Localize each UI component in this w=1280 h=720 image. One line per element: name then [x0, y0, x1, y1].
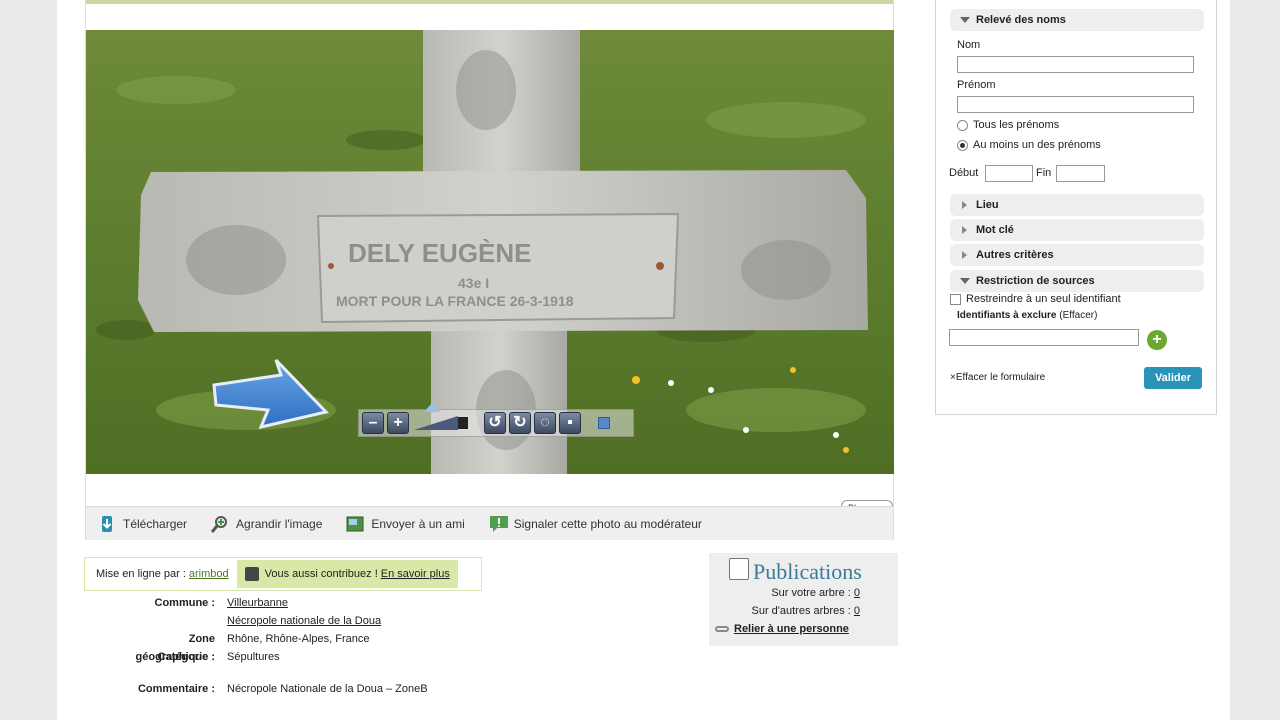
- radio-one-label: Au moins un des prénoms: [973, 139, 1101, 151]
- plaque-line3: MORT POUR LA FRANCE 26-3-1918: [336, 293, 574, 309]
- restrict-label: Restreindre à un seul identifiant: [966, 293, 1121, 305]
- commune-link[interactable]: Villeurbanne: [227, 594, 288, 612]
- send-friend-label: Envoyer à un ami: [371, 516, 465, 531]
- radio-circle: [957, 119, 968, 131]
- zone-value: Rhône, Rhône-Alpes, France: [227, 633, 370, 645]
- section-restriction[interactable]: Restriction de sources: [950, 270, 1204, 292]
- lock-icon: [244, 567, 259, 581]
- section-names[interactable]: Relevé des noms: [950, 9, 1204, 31]
- submit-button[interactable]: Valider: [1144, 367, 1202, 389]
- debut-input[interactable]: [985, 165, 1033, 182]
- section-autres-label: Autres critères: [976, 249, 1054, 261]
- zoom-in-button[interactable]: +: [387, 412, 409, 434]
- download-label: Télécharger: [123, 516, 188, 531]
- enlarge-label: Agrandir l'image: [236, 516, 323, 531]
- exclude-clear-link[interactable]: (Effacer): [1059, 310, 1097, 321]
- uploader-box: Mise en ligne par : arimbod Vous aussi c…: [84, 557, 482, 591]
- photo-actions: Télécharger Agrandir l'image Envoyer à u…: [86, 506, 893, 540]
- section-lieu[interactable]: Lieu: [950, 194, 1204, 216]
- commentaire-label: Commentaire :: [137, 683, 215, 695]
- exclude-label-text: Identifiants à exclure: [957, 310, 1057, 321]
- rotate-right-icon[interactable]: ↻: [509, 412, 531, 434]
- radio-all-firstnames[interactable]: Tous les prénoms: [957, 119, 1059, 131]
- section-restriction-label: Restriction de sources: [976, 275, 1095, 287]
- commune-label: Commune :: [154, 597, 216, 609]
- page: DELY EUGÈNE 43e I MORT POUR LA FRANCE 26…: [57, 0, 1230, 720]
- chevron-down-icon: [960, 278, 970, 285]
- debut-label: Début: [949, 167, 979, 179]
- download-button[interactable]: Télécharger: [98, 515, 187, 533]
- publications-box: Publications Sur votre arbre : 0 Sur d'a…: [709, 553, 898, 646]
- send-friend-button[interactable]: Envoyer à un ami: [346, 515, 465, 533]
- exclude-ids-label: Identifiants à exclure (Effacer): [957, 310, 1097, 321]
- plaque-line2: 43e I: [458, 275, 489, 291]
- chevron-down-icon: [960, 17, 970, 24]
- fullscreen-icon[interactable]: ▪: [559, 412, 581, 434]
- chevron-right-icon: [962, 201, 967, 210]
- exclude-ids-input[interactable]: [949, 329, 1139, 346]
- chevron-right-icon: [962, 251, 967, 260]
- enlarge-button[interactable]: Agrandir l'image: [210, 515, 323, 533]
- report-button[interactable]: Signaler cette photo au modérateur: [489, 515, 702, 533]
- report-label: Signaler cette photo au modérateur: [513, 516, 702, 531]
- nom-input[interactable]: [957, 56, 1194, 73]
- zoom-slider[interactable]: [414, 403, 478, 434]
- magnify-plus-icon: [210, 515, 229, 533]
- checkbox-box: [950, 293, 961, 305]
- download-icon: [98, 515, 116, 533]
- zoom-toolbar: – + ↺ ↻ ◌ ▪: [358, 403, 634, 437]
- publications-title: Publications: [753, 559, 862, 584]
- restrict-checkbox[interactable]: Restreindre à un seul identifiant: [950, 293, 1121, 305]
- plaque-line1: DELY EUGÈNE: [348, 238, 532, 268]
- photo-topbar: [86, 0, 893, 4]
- radio-circle-selected: [957, 139, 968, 151]
- radio-all-label: Tous les prénoms: [973, 119, 1060, 131]
- chevron-right-icon: [962, 226, 967, 235]
- necropole-link[interactable]: Nécropole nationale de la Doua: [227, 612, 381, 630]
- zoom-out-button[interactable]: –: [362, 412, 384, 434]
- section-motcle-label: Mot clé: [976, 224, 1014, 236]
- other-trees-count-link[interactable]: 0: [854, 605, 860, 617]
- prenom-label: Prénom: [957, 79, 996, 91]
- own-tree-line: Sur votre arbre : 0: [771, 587, 860, 599]
- alert-speech-icon: [489, 515, 508, 533]
- categorie-value: Sépultures: [227, 651, 280, 663]
- add-plus-icon[interactable]: +: [1147, 330, 1167, 350]
- radio-one-firstname[interactable]: Au moins un des prénoms: [957, 139, 1101, 151]
- fin-input[interactable]: [1056, 165, 1105, 182]
- fin-label: Fin: [1036, 167, 1052, 179]
- search-sidebar: Relevé des noms Nom Prénom Tous les prén…: [935, 0, 1217, 415]
- zone-label: Zone géographique :: [135, 633, 215, 663]
- reset-icon[interactable]: ◌: [534, 412, 556, 434]
- picture-send-icon: [346, 515, 364, 533]
- grave-photo[interactable]: DELY EUGÈNE 43e I MORT POUR LA FRANCE 26…: [86, 30, 894, 474]
- fit-icon[interactable]: [598, 417, 610, 429]
- link-person-label: Relier à une personne: [734, 623, 849, 635]
- section-autres[interactable]: Autres critères: [950, 244, 1204, 266]
- photo-metadata: Commune : Villeurbanne Nécropole nationa…: [117, 594, 428, 698]
- uploader-prefix: Mise en ligne par :: [96, 568, 186, 580]
- prenom-input[interactable]: [957, 96, 1194, 113]
- learn-more-link[interactable]: En savoir plus: [381, 568, 450, 580]
- nom-label: Nom: [957, 39, 981, 51]
- contribute-text: Vous aussi contribuez !: [264, 568, 378, 580]
- section-names-label: Relevé des noms: [976, 14, 1066, 26]
- commentaire-value: Nécropole Nationale de la Doua – ZoneB: [227, 683, 428, 695]
- own-tree-label: Sur votre arbre :: [771, 587, 851, 599]
- section-lieu-label: Lieu: [976, 199, 999, 211]
- clear-form-link[interactable]: ×Effacer le formulaire: [950, 372, 1045, 383]
- uploader-user-link[interactable]: arimbod: [189, 568, 229, 580]
- own-tree-count-link[interactable]: 0: [854, 587, 860, 599]
- book-icon: [729, 558, 749, 580]
- contribute-banner: Vous aussi contribuez ! En savoir plus: [236, 560, 458, 588]
- photo-panel: DELY EUGÈNE 43e I MORT POUR LA FRANCE 26…: [85, 0, 894, 540]
- categorie-label: Catégorie :: [157, 651, 215, 663]
- section-motcle[interactable]: Mot clé: [950, 219, 1204, 241]
- other-trees-label: Sur d'autres arbres :: [751, 605, 851, 617]
- chain-link-icon: [715, 626, 729, 632]
- rotate-left-icon[interactable]: ↺: [484, 412, 506, 434]
- other-trees-line: Sur d'autres arbres : 0: [752, 605, 861, 617]
- link-person-button[interactable]: Relier à une personne: [715, 623, 849, 635]
